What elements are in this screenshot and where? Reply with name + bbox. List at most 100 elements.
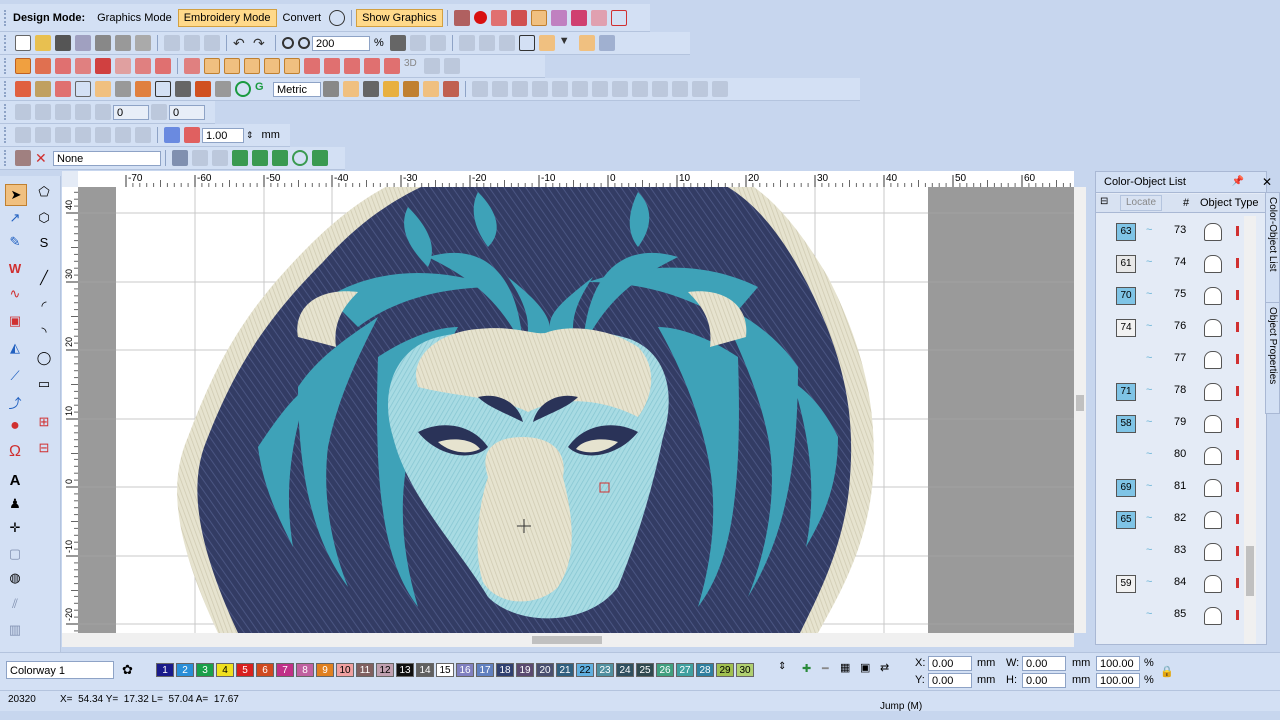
- swap-palette-icon[interactable]: ⇄: [880, 661, 889, 674]
- connector-icon[interactable]: ⟋: [5, 366, 25, 386]
- folder-icon[interactable]: [383, 81, 399, 97]
- monogram-icon[interactable]: [195, 81, 211, 97]
- zoom-icon[interactable]: [282, 37, 294, 49]
- zoom-in-icon[interactable]: [409, 35, 426, 51]
- satin-icon[interactable]: [35, 58, 51, 74]
- red-circle-icon[interactable]: [473, 11, 487, 24]
- scale-4-icon[interactable]: [75, 127, 91, 143]
- zoom-input[interactable]: 200: [312, 35, 370, 51]
- close-icon[interactable]: ✕: [1262, 172, 1272, 192]
- link-icon[interactable]: [424, 58, 440, 74]
- lock-icon[interactable]: 🔒: [1160, 665, 1174, 678]
- mirror-icon[interactable]: [75, 104, 91, 120]
- color-swatch[interactable]: 25: [636, 663, 654, 677]
- disabled-11-icon[interactable]: [672, 81, 688, 97]
- color-swatch[interactable]: 16: [456, 663, 474, 677]
- align-icon[interactable]: [458, 35, 475, 51]
- color-swatch[interactable]: 26: [656, 663, 674, 677]
- add-color-icon[interactable]: ✚: [802, 662, 811, 675]
- paste-icon[interactable]: [204, 35, 220, 51]
- color-swatch[interactable]: 23: [596, 663, 614, 677]
- thread-icon[interactable]: [570, 9, 587, 26]
- color-number-badge[interactable]: 74: [1116, 319, 1136, 337]
- rotate-icon[interactable]: [55, 104, 71, 120]
- print-icon[interactable]: [95, 35, 111, 51]
- fill-type-5-icon[interactable]: [264, 58, 280, 74]
- person-icon[interactable]: [403, 81, 419, 97]
- color-swatch[interactable]: 15: [436, 663, 454, 677]
- color-swatch[interactable]: 22: [576, 663, 594, 677]
- ellipse-icon[interactable]: ◯: [34, 348, 54, 368]
- convert-button[interactable]: Convert: [277, 9, 328, 27]
- color-swatch[interactable]: 4: [216, 663, 234, 677]
- line-icon[interactable]: ╱: [34, 268, 54, 288]
- palette-icon[interactable]: [15, 150, 31, 166]
- grid-fill-icon[interactable]: [95, 58, 111, 74]
- disabled-13-icon[interactable]: [712, 81, 728, 97]
- applique-1-icon[interactable]: [172, 150, 188, 166]
- color-swatch[interactable]: 14: [416, 663, 434, 677]
- circle-tool-icon[interactable]: ●: [5, 416, 25, 436]
- new-file-icon[interactable]: [15, 35, 31, 51]
- input-a-icon[interactable]: [15, 81, 31, 97]
- curve-icon[interactable]: ◝: [34, 322, 54, 342]
- applique-tool-icon[interactable]: ⊞: [34, 412, 54, 432]
- disabled-4-icon[interactable]: [532, 81, 548, 97]
- layout-tool-icon[interactable]: ▥: [5, 620, 25, 640]
- color-palette[interactable]: 1 2 3 4 5 6 7 8 9 10 11 12 13 14 15 16 17 18 19 20 21 22 23 24 2…: [156, 663, 786, 679]
- embroidery-design[interactable]: [78, 187, 1074, 633]
- toolbar-grip[interactable]: [4, 104, 10, 120]
- unlink-icon[interactable]: [444, 58, 460, 74]
- thread-chart-icon[interactable]: ▦: [840, 661, 850, 674]
- disabled-3-icon[interactable]: [512, 81, 528, 97]
- needle-icon[interactable]: [490, 9, 507, 26]
- value-field-1[interactable]: 0: [113, 104, 149, 120]
- colorway-icon[interactable]: ✿: [122, 662, 133, 678]
- w-input[interactable]: 0.00: [1022, 656, 1066, 671]
- green-circle-icon[interactable]: [235, 81, 251, 97]
- color-swatch[interactable]: 3: [196, 663, 214, 677]
- text-tool-icon[interactable]: A: [5, 470, 25, 490]
- stitch-icon[interactable]: W: [5, 258, 25, 278]
- column-icon[interactable]: [75, 58, 91, 74]
- y-input[interactable]: 0.00: [928, 673, 972, 688]
- toolbar-grip[interactable]: [4, 127, 10, 143]
- redo-icon[interactable]: ↷: [253, 35, 269, 51]
- frame-icon[interactable]: [610, 9, 627, 26]
- toolbar-grip[interactable]: [4, 9, 10, 26]
- fill-type-3-icon[interactable]: [224, 58, 240, 74]
- export-icon[interactable]: [135, 35, 151, 51]
- list-item[interactable]: 63 ~73: [1096, 216, 1246, 248]
- people-icon[interactable]: ♟: [5, 494, 25, 514]
- color-swatch[interactable]: 13: [396, 663, 414, 677]
- hand-icon[interactable]: [538, 35, 555, 51]
- list-item[interactable]: ~83: [1096, 536, 1246, 568]
- wave-icon[interactable]: [115, 58, 131, 74]
- list-item[interactable]: ~80: [1096, 440, 1246, 472]
- list-item[interactable]: 61 ~74: [1096, 248, 1246, 280]
- badge-tool-icon[interactable]: ⊟: [34, 438, 54, 458]
- disabled-12-icon[interactable]: [692, 81, 708, 97]
- panel-scroll-thumb[interactable]: [1246, 546, 1254, 596]
- break-icon[interactable]: [15, 104, 31, 120]
- scale-5-icon[interactable]: [95, 127, 111, 143]
- stepper-icon[interactable]: ⇕: [246, 130, 254, 141]
- toolbar-grip[interactable]: [4, 81, 10, 97]
- spool-icon[interactable]: [550, 9, 567, 26]
- remove-color-icon[interactable]: ━: [822, 662, 829, 675]
- disabled-5-icon[interactable]: [552, 81, 568, 97]
- badge-icon[interactable]: [215, 81, 231, 97]
- scale-3-icon[interactable]: [55, 127, 71, 143]
- active-tool-icon[interactable]: [530, 9, 547, 26]
- cursor-icon[interactable]: [115, 81, 131, 97]
- fill-type-7-icon[interactable]: [304, 58, 320, 74]
- ring-icon[interactable]: ◍: [5, 568, 25, 588]
- color-number-badge[interactable]: 63: [1116, 223, 1136, 241]
- save-as-icon[interactable]: [75, 35, 91, 51]
- color-number-badge[interactable]: 71: [1116, 383, 1136, 401]
- list-item[interactable]: 59 ~84: [1096, 568, 1246, 600]
- distribute-icon[interactable]: [478, 35, 495, 51]
- rectangle-icon[interactable]: ▭: [34, 374, 54, 394]
- color-number-badge[interactable]: 58: [1116, 415, 1136, 433]
- fill-type-10-icon[interactable]: [364, 58, 380, 74]
